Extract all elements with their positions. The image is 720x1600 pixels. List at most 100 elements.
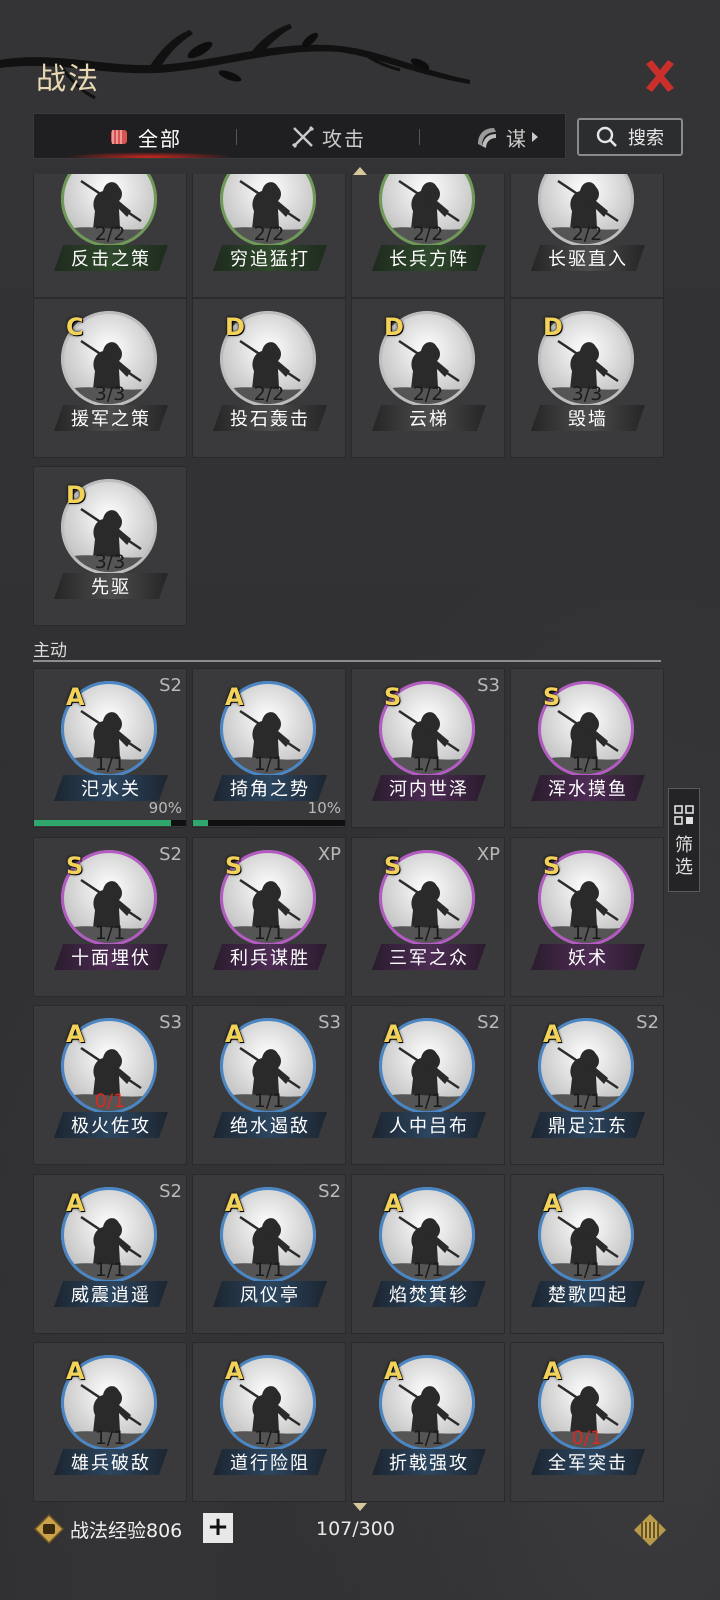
tactic-name: 全军突击	[531, 1449, 645, 1475]
tactic-name: 浑水摸鱼	[531, 775, 645, 801]
section-divider	[33, 660, 661, 662]
tactic-card[interactable]: A S2 1/1 汜水关 90%	[33, 668, 187, 828]
tactic-count: 1/1	[253, 1090, 285, 1112]
tactic-card[interactable]: S XP 1/1 三军之众	[351, 837, 505, 997]
tactic-card[interactable]: 2/2 长兵方阵	[351, 174, 505, 298]
tactic-card[interactable]: D 2/2 投石轰击	[192, 298, 346, 458]
season-tag: XP	[317, 844, 341, 865]
tab-attack-label: 攻击	[322, 126, 366, 151]
tactic-card[interactable]: S S3 1/1 河内世泽	[351, 668, 505, 828]
grade-badge: A	[66, 1020, 85, 1048]
grade-badge: S	[543, 683, 561, 711]
progress-fill	[193, 820, 209, 826]
season-tag: S2	[159, 675, 182, 696]
tactic-card[interactable]: A 1/1 道行险阻	[192, 1342, 346, 1502]
grade-badge: A	[66, 1189, 85, 1217]
grade-badge: A	[543, 1020, 562, 1048]
tactic-count: 0/1	[571, 1427, 603, 1449]
tactic-card[interactable]: D 3/3 毁墙	[510, 298, 664, 458]
grade-badge: D	[384, 313, 404, 341]
tactic-card[interactable]: A S2 1/1 人中吕布	[351, 1005, 505, 1165]
tactic-count: 1/1	[571, 753, 603, 775]
tab-all-label: 全部	[138, 126, 182, 151]
tactic-count: 1/1	[94, 922, 126, 944]
tab-strategy[interactable]: 谋	[474, 114, 540, 158]
tactic-card[interactable]: D 3/3 先驱	[33, 466, 187, 626]
tactic-card[interactable]: C 3/3 援军之策	[33, 298, 187, 458]
season-tag: S3	[477, 675, 500, 696]
bamboo-scroll-icon[interactable]	[632, 1512, 668, 1548]
tactic-count: 1/1	[253, 1259, 285, 1281]
tab-attack[interactable]: 攻击	[290, 114, 366, 158]
tactic-card[interactable]: A 0/1 全军突击	[510, 1342, 664, 1502]
tactic-card[interactable]: A 1/1 楚歌四起	[510, 1174, 664, 1334]
tactic-count: 1/1	[412, 753, 444, 775]
tactic-card[interactable]: D 2/2 云梯	[351, 298, 505, 458]
close-icon[interactable]	[640, 56, 680, 96]
tactic-card[interactable]: A S2 1/1 威震逍遥	[33, 1174, 187, 1334]
add-exp-button[interactable]: +	[203, 1513, 233, 1543]
tactic-card[interactable]: A S2 1/1 鼎足江东	[510, 1005, 664, 1165]
tactic-card[interactable]: A 1/1 折戟强攻	[351, 1342, 505, 1502]
tactic-name: 人中吕布	[372, 1112, 486, 1138]
exp-fist-icon	[34, 1514, 64, 1544]
grade-badge: A	[225, 683, 244, 711]
search-label: 搜索	[628, 128, 664, 149]
fan-icon	[478, 128, 496, 148]
tactic-card[interactable]: S 1/1 浑水摸鱼	[510, 668, 664, 828]
tactic-card[interactable]: S 1/1 妖术	[510, 837, 664, 997]
tactic-count: 2/2	[253, 383, 285, 405]
tactic-name: 援军之策	[54, 405, 168, 431]
tab-strategy-label: 谋	[506, 126, 528, 151]
tactic-card[interactable]: A S2 1/1 凤仪亭	[192, 1174, 346, 1334]
tactic-name: 云梯	[372, 405, 486, 431]
grade-badge: A	[225, 1357, 244, 1385]
tactic-count: 2/2	[412, 223, 444, 245]
tactic-card[interactable]: A 1/1 雄兵破敌	[33, 1342, 187, 1502]
tab-divider	[236, 129, 237, 145]
tactic-count: 1/1	[94, 753, 126, 775]
progress-bar	[193, 820, 345, 826]
grade-badge: A	[543, 1357, 562, 1385]
tactic-card[interactable]: S S2 1/1 十面埋伏	[33, 837, 187, 997]
season-tag: S3	[159, 1012, 182, 1033]
tactic-count: 1/1	[412, 1259, 444, 1281]
search-button[interactable]: 搜索	[577, 118, 683, 156]
exp-label: 战法经验806	[70, 1519, 183, 1542]
tactic-card[interactable]: 2/2 长驱直入	[510, 174, 664, 298]
tactic-card[interactable]: A 1/1 掎角之势 10%	[192, 668, 346, 828]
tactic-count: 1/1	[412, 1090, 444, 1112]
tactic-card[interactable]: A S3 0/1 极火佐攻	[33, 1005, 187, 1165]
tactic-count: 2/2	[412, 383, 444, 405]
grade-badge: C	[66, 313, 84, 341]
tactic-count: 1/1	[571, 1090, 603, 1112]
chevron-right-icon[interactable]	[530, 130, 540, 144]
season-tag: S2	[477, 1012, 500, 1033]
tactics-list[interactable]: 2/2 反击之策 2/2 穷追猛打 2/2 长兵方阵 2/2 长驱直入 C 3/3 援军之策 D 2/2…	[0, 174, 720, 1508]
season-tag: XP	[476, 844, 500, 865]
grade-badge: S	[384, 683, 402, 711]
tactic-card[interactable]: 2/2 穷追猛打	[192, 174, 346, 298]
grade-badge: S	[66, 852, 84, 880]
footer-bar: 战法经验806 + 107/300	[0, 1504, 720, 1552]
tactic-card[interactable]: S XP 1/1 利兵谋胜	[192, 837, 346, 997]
tactic-name: 投石轰击	[213, 405, 327, 431]
crossed-swords-icon	[291, 125, 315, 149]
season-tag: S2	[159, 1181, 182, 1202]
filter-label: 筛选	[675, 835, 693, 878]
grade-badge: D	[66, 481, 86, 509]
tactic-name: 反击之策	[54, 245, 168, 271]
tactic-card[interactable]: A S3 1/1 绝水遏敌	[192, 1005, 346, 1165]
filter-button[interactable]: 筛选	[668, 788, 700, 892]
tactic-count: 3/3	[94, 383, 126, 405]
tactic-count: 0/1	[94, 1090, 126, 1112]
tactic-card[interactable]: 2/2 反击之策	[33, 174, 187, 298]
tactic-count: 1/1	[412, 1427, 444, 1449]
tactic-card[interactable]: A 1/1 焰焚箕轸	[351, 1174, 505, 1334]
tactic-name: 河内世泽	[372, 775, 486, 801]
tactic-name: 长驱直入	[531, 245, 645, 271]
tab-all[interactable]: 全部	[106, 114, 182, 158]
tactic-name: 长兵方阵	[372, 245, 486, 271]
season-tag: S2	[159, 844, 182, 865]
grade-badge: A	[66, 1357, 85, 1385]
